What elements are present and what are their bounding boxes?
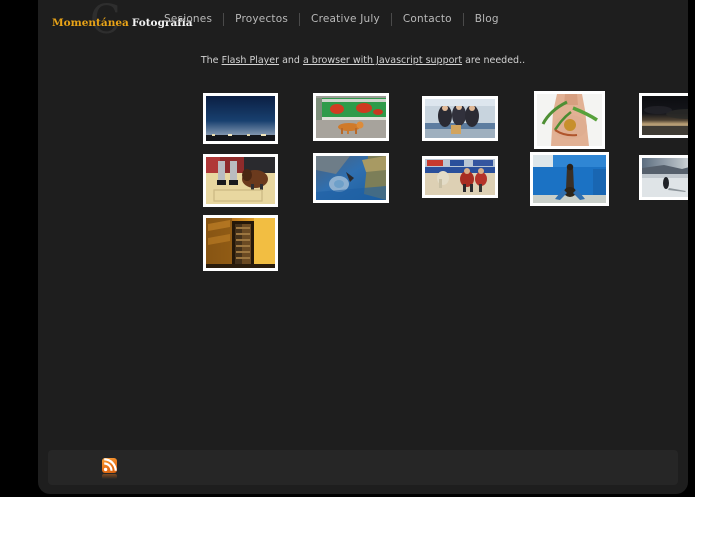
rss-icon-reflection — [102, 474, 117, 479]
gallery-thumbnail[interactable] — [639, 155, 688, 200]
notice-suffix: are needed.. — [462, 55, 526, 66]
site-footer — [48, 450, 678, 485]
gallery-thumbnail[interactable] — [530, 152, 609, 206]
nav-item-creative-july[interactable]: Creative July — [300, 12, 391, 26]
gallery-thumbnail[interactable] — [639, 93, 688, 138]
site-panel: C Momentánea Fotografía Sesiones Proyecto… — [38, 0, 688, 494]
gallery-thumbnail[interactable] — [313, 153, 389, 203]
gallery-thumbnail[interactable] — [203, 93, 278, 144]
logo-brand-name: Momentánea — [52, 17, 129, 29]
thumbnail-image-beach-sports — [425, 159, 495, 195]
browser-viewport: C Momentánea Fotografía Sesiones Proyecto… — [0, 0, 695, 497]
gallery-thumbnail[interactable] — [203, 154, 278, 207]
rss-waves-icon — [103, 458, 117, 472]
gallery-thumbnail[interactable] — [422, 156, 498, 198]
site-header: C Momentánea Fotografía Sesiones Proyecto… — [38, 0, 688, 40]
gallery-thumbnail[interactable] — [422, 96, 498, 141]
main-nav: Sesiones Proyectos Creative July Contact… — [153, 10, 510, 28]
thumbnail-image-hands-fruit-leaves — [537, 94, 602, 146]
thumbnail-image-diver-pool — [533, 155, 606, 203]
nav-item-proyectos[interactable]: Proyectos — [224, 12, 299, 26]
notice-prefix: The — [200, 55, 222, 66]
thumbnail-image-cat-graffiti — [316, 96, 386, 138]
gallery-thumbnail[interactable] — [203, 215, 278, 271]
thumbnail-image-three-women — [425, 99, 495, 138]
javascript-support-link[interactable]: a browser with Javascript support — [303, 55, 462, 66]
rss-icon — [102, 458, 117, 473]
nav-item-sesiones[interactable]: Sesiones — [153, 12, 223, 26]
notice-middle: and — [279, 55, 303, 66]
thumbnail-image-night-horizon — [206, 96, 275, 141]
rss-feed-link[interactable] — [102, 458, 119, 479]
thumbnail-image-stormy-desert — [642, 96, 688, 135]
nav-item-contacto[interactable]: Contacto — [392, 12, 463, 26]
flash-player-link[interactable]: Flash Player — [222, 55, 279, 66]
thumbnail-image-figure-snow-bw — [642, 158, 688, 197]
gallery-thumbnail[interactable] — [313, 93, 389, 141]
thumbnail-image-golden-doorway — [206, 218, 275, 268]
gallery-thumbnail[interactable] — [534, 91, 605, 149]
thumbnail-image-blue-water — [316, 156, 386, 200]
thumbnail-image-legs-dog-floor — [206, 157, 275, 204]
nav-item-blog[interactable]: Blog — [464, 12, 510, 26]
thumbnail-gallery — [38, 85, 688, 280]
flash-player-notice: The Flash Player and a browser with Java… — [38, 55, 688, 66]
